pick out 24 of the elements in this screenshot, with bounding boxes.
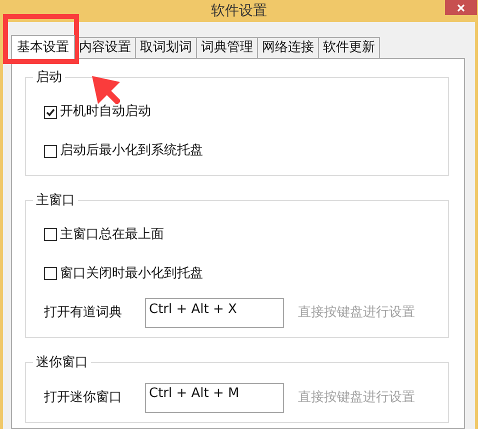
group-title: 迷你窗口 xyxy=(35,354,89,372)
checkbox[interactable] xyxy=(44,106,57,118)
checkmark-icon xyxy=(46,108,55,116)
group-title: 启动 xyxy=(35,69,63,87)
checkbox-label[interactable]: 窗口关闭时最小化到托盘 xyxy=(60,264,203,284)
checkbox[interactable] xyxy=(44,144,57,158)
hotkey-field[interactable]: Ctrl + Alt + X xyxy=(145,298,284,328)
hotkey-hint: 直接按键盘进行设置 xyxy=(298,304,415,322)
hotkey-field[interactable]: Ctrl + Alt + M xyxy=(145,382,284,412)
tab[interactable]: 软件更新 xyxy=(318,37,380,58)
tab[interactable]: 基本设置 xyxy=(11,35,75,59)
close-icon xyxy=(457,4,465,12)
hotkey-hint: 直接按键盘进行设置 xyxy=(298,388,415,407)
hotkey-label: 打开有道词典 xyxy=(44,304,123,322)
checkbox-label[interactable]: 主窗口总在最上面 xyxy=(60,224,164,244)
checkbox-label[interactable]: 启动后最小化到系统托盘 xyxy=(60,141,203,161)
group-title: 主窗口 xyxy=(35,192,76,210)
checkbox[interactable] xyxy=(44,267,57,280)
window-title: 软件设置 xyxy=(211,2,267,20)
checkbox[interactable] xyxy=(44,228,57,241)
annotation-arrow xyxy=(92,76,120,104)
checkbox-label[interactable]: 开机时自动启动 xyxy=(60,102,151,122)
hotkey-label: 打开迷你窗口 xyxy=(44,388,123,407)
close-button[interactable] xyxy=(445,0,477,15)
